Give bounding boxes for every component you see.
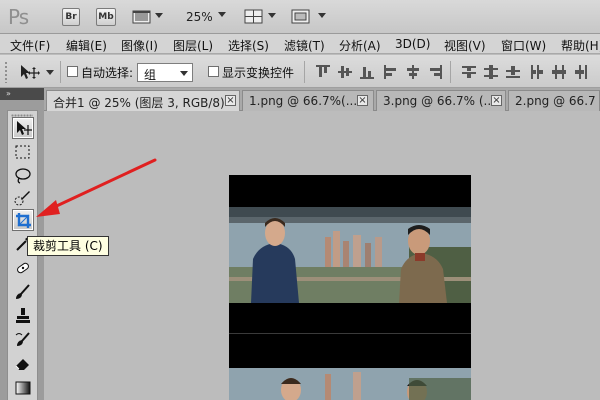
crop-tool-tooltip: 裁剪工具 (C)	[27, 236, 109, 256]
annotation-arrow-icon	[36, 158, 157, 217]
